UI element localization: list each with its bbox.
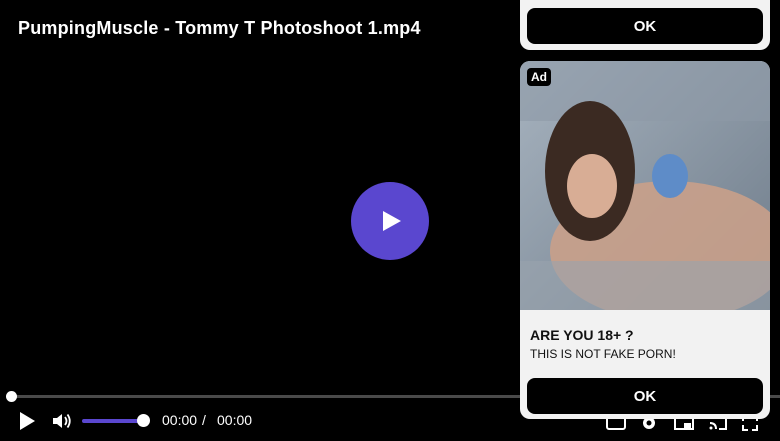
- ad-badge: Ad: [527, 68, 551, 86]
- volume-handle[interactable]: [137, 414, 150, 427]
- big-play-button[interactable]: [351, 182, 429, 260]
- ad-card[interactable]: Ad ARE YOU 18+ ? THIS IS NOT FAKE PORN! …: [520, 61, 770, 419]
- ad-image[interactable]: Ad: [520, 61, 770, 310]
- play-button[interactable]: [15, 409, 39, 433]
- duration: 00:00: [217, 412, 253, 428]
- video-title: PumpingMuscle - Tommy T Photoshoot 1.mp4: [18, 18, 421, 38]
- volume-icon: [53, 413, 71, 429]
- play-icon: [383, 211, 401, 231]
- ad-headline: ARE YOU 18+ ?: [530, 327, 634, 343]
- volume-button[interactable]: [51, 410, 73, 432]
- current-time: 00:00: [162, 412, 198, 428]
- play-icon: [20, 412, 35, 430]
- ad-body-text: THIS IS NOT FAKE PORN!: [530, 347, 676, 361]
- ok-button[interactable]: OK: [527, 8, 763, 44]
- volume-slider[interactable]: [82, 419, 144, 423]
- time-separator: /: [202, 412, 206, 428]
- ad-image-placeholder: [520, 61, 770, 310]
- ad-panel-top: OK: [520, 0, 770, 50]
- ok-button[interactable]: OK: [527, 378, 763, 414]
- progress-handle[interactable]: [6, 391, 17, 402]
